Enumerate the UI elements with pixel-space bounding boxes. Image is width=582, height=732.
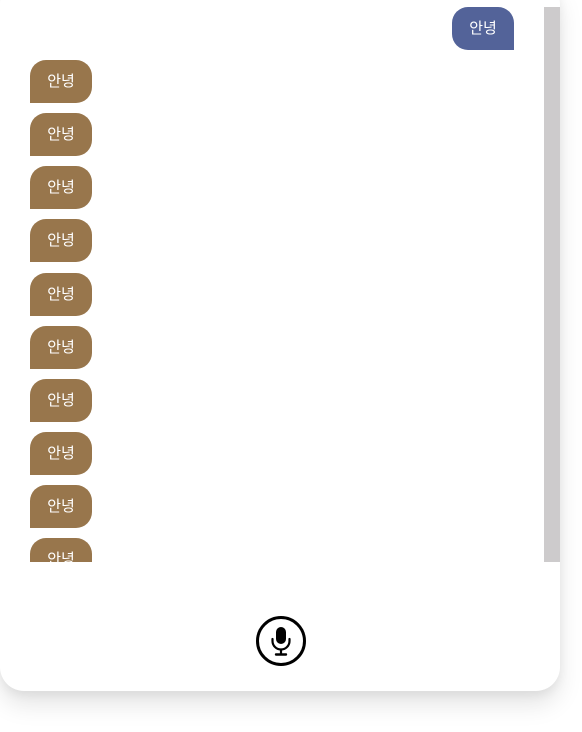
microphone-button[interactable]: [256, 616, 306, 666]
received-message: 안녕: [30, 219, 92, 262]
message-list[interactable]: 안녕 안녕 안녕 안녕 안녕 안녕 안녕 안녕 안녕 안녕 안녕: [0, 0, 544, 562]
received-message: 안녕: [30, 379, 92, 422]
chat-window: 안녕 안녕 안녕 안녕 안녕 안녕 안녕 안녕 안녕 안녕 안녕: [0, 0, 560, 691]
received-message: 안녕: [30, 538, 92, 562]
received-message: 안녕: [30, 113, 92, 156]
received-message: 안녕: [30, 485, 92, 528]
received-message: 안녕: [30, 432, 92, 475]
sent-message: 안녕: [452, 7, 514, 50]
received-message: 안녕: [30, 326, 92, 369]
scrollbar-thumb[interactable]: [544, 7, 560, 562]
microphone-icon: [271, 627, 291, 656]
received-message: 안녕: [30, 60, 92, 103]
message-list-scrollbar[interactable]: [544, 7, 560, 562]
received-message: 안녕: [30, 273, 92, 316]
received-message: 안녕: [30, 166, 92, 209]
